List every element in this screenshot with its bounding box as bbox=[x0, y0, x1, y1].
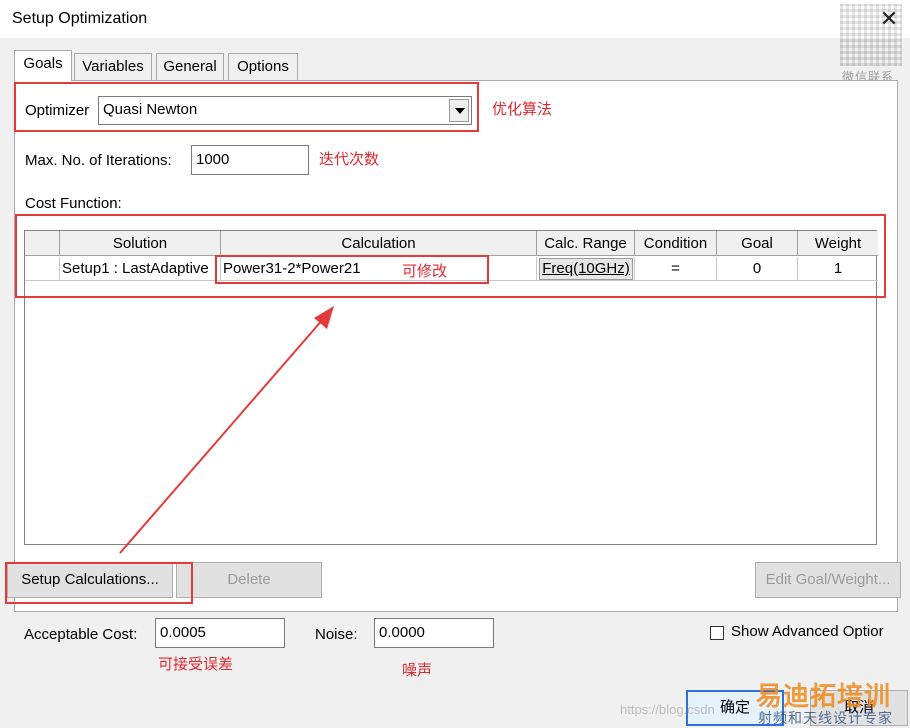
annotation-note-acceptable-cost: 可接受误差 bbox=[158, 656, 234, 673]
watermark-url: https://blog.csdn bbox=[620, 702, 715, 717]
annotation-arrow bbox=[119, 306, 334, 554]
watermark-tagline: 射频和天线设计专家 bbox=[758, 710, 893, 726]
annotation-note-optimizer: 优化算法 bbox=[492, 101, 553, 118]
annotation-note-calculation: 可修改 bbox=[402, 263, 448, 280]
annotation-note-noise: 噪声 bbox=[402, 662, 433, 679]
annotation-note-iterations: 迭代次数 bbox=[319, 151, 380, 168]
